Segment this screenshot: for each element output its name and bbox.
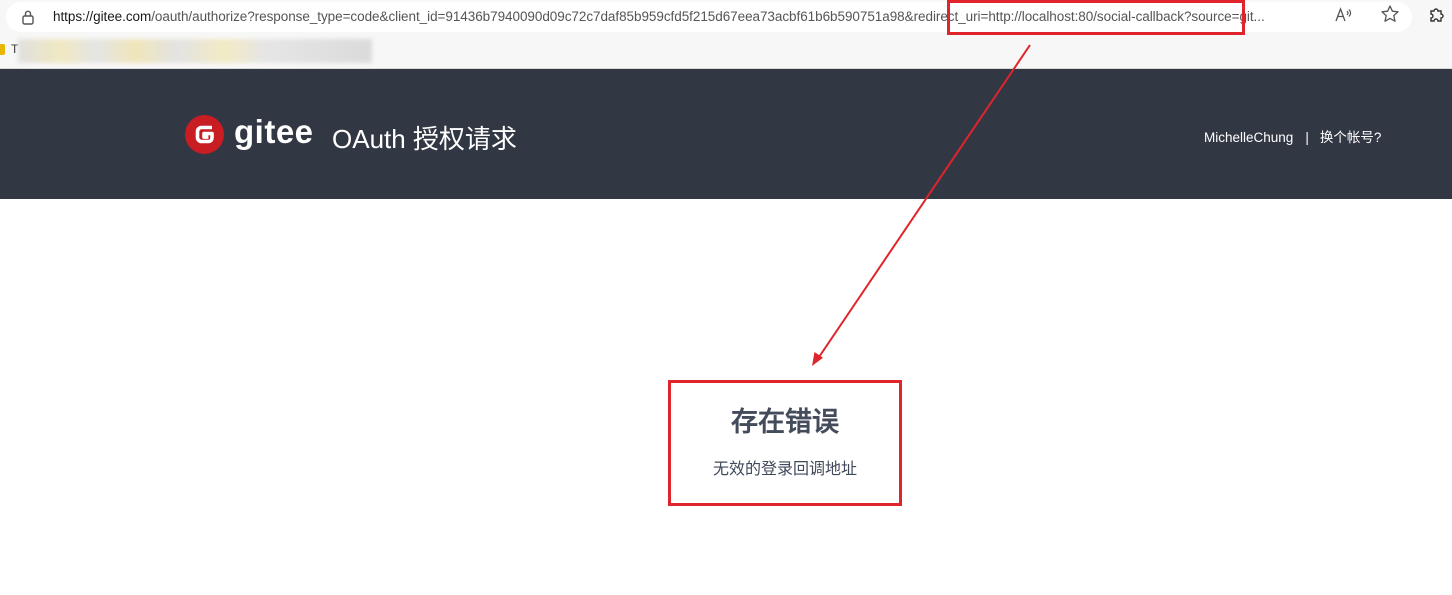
url-path: /oauth/authorize?response_type=code&clie… — [151, 9, 1265, 24]
user-menu: MichelleChung | 换个帐号? — [1204, 126, 1381, 146]
logo-wordmark[interactable]: gitee — [234, 113, 314, 151]
error-message: 无效的登录回调地址 — [712, 461, 857, 478]
username: MichelleChung — [1204, 130, 1294, 145]
browser-toolbar: https://gitee.com/oauth/authorize?respon… — [0, 0, 1452, 69]
page-title: OAuth 授权请求 — [332, 124, 517, 154]
url-host: https://gitee.com — [53, 9, 152, 24]
gitee-logo-icon[interactable] — [185, 115, 224, 154]
extensions-icon[interactable] — [1428, 5, 1446, 28]
address-bar[interactable]: https://gitee.com/oauth/authorize?respon… — [6, 2, 1412, 32]
read-aloud-icon[interactable] — [1335, 7, 1353, 26]
site-header: gitee OAuth 授权请求 MichelleChung | 换个帐号? — [0, 69, 1452, 199]
url-text[interactable]: https://gitee.com/oauth/authorize?respon… — [53, 9, 1329, 24]
bookmark-folder-icon[interactable] — [0, 44, 5, 55]
switch-account-link[interactable]: 换个帐号? — [1320, 130, 1382, 145]
error-title: 存在错误 — [731, 407, 839, 437]
user-separator: | — [1305, 130, 1309, 145]
bookmarks-bar: T — [0, 37, 1452, 68]
lock-icon[interactable] — [21, 9, 35, 30]
blurred-bookmarks — [18, 39, 372, 63]
annotation-box-error — [668, 380, 902, 506]
favorite-star-icon[interactable] — [1380, 4, 1400, 30]
